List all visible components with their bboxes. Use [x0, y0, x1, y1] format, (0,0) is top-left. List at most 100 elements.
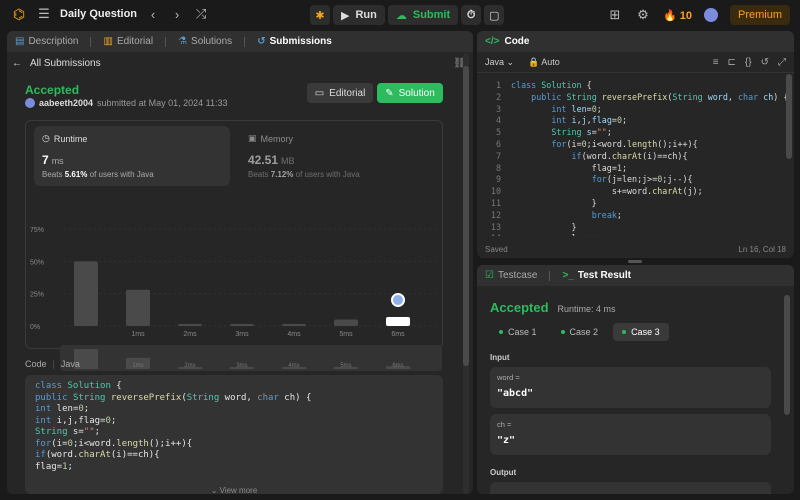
submission-panel: ▤ Description ▥ Editorial ⚗ Solutions ↺ Subm… [7, 31, 473, 494]
save-status: Saved [485, 245, 508, 254]
code-language: Java [60, 359, 80, 369]
editor-scrollbar-thumb[interactable] [786, 74, 792, 159]
code-panel-title: Code [504, 36, 530, 47]
code-brackets-icon: </> [485, 36, 500, 47]
tab-test-result[interactable]: >_ Test Result [562, 270, 631, 281]
next-problem-icon[interactable]: › [169, 7, 185, 22]
prev-problem-icon[interactable]: ‹ [145, 7, 161, 22]
submitter-name[interactable]: aabeeth2004 [39, 98, 93, 108]
line-number: 1 [495, 80, 501, 90]
lock-icon: 🔒 [528, 56, 540, 67]
auto-mode-toggle[interactable]: 🔒 Auto [528, 57, 560, 68]
test-tabs: ☑ Testcase >_ Test Result [477, 265, 794, 286]
checkbox-icon: ☑ [485, 270, 494, 281]
notes-button[interactable]: ▢ [484, 5, 505, 25]
minimap-tick-label: 1ms [132, 363, 143, 369]
layout-grid-icon[interactable]: ⊞ [607, 7, 623, 23]
cursor-position: Ln 16, Col 18 [738, 245, 786, 254]
code-editor-panel: </> Code Java ⌄ 🔒 Auto ≡ ⊏ {} ↺ ⤢ 1 class… [477, 31, 794, 258]
tab-description[interactable]: ▤ Description [15, 36, 78, 47]
code-line: int i,j,flag=0; [35, 415, 117, 426]
terminal-icon: >_ [562, 270, 574, 281]
editorial-button[interactable]: ▭ Editorial [307, 83, 373, 103]
streak-counter[interactable]: 🔥 10 [663, 9, 692, 22]
run-button[interactable]: ▶ Run [333, 5, 385, 25]
case-tab-3[interactable]: Case 3 [613, 323, 669, 341]
premium-button[interactable]: Premium [729, 5, 790, 25]
book-icon: ▥ [103, 36, 113, 47]
case-tab-1[interactable]: Case 1 [490, 323, 546, 341]
panel-resize-handle[interactable] [628, 260, 642, 263]
editor-code-line: int i,j,flag=0; [551, 115, 628, 126]
x-tick-label: 5ms [339, 331, 353, 338]
y-tick-label: 75% [30, 227, 44, 234]
tab-divider [90, 36, 92, 47]
chart-bar[interactable] [126, 289, 150, 326]
format-icon[interactable]: ≡ [713, 57, 719, 68]
editor-code-line: s+=word.charAt(j); [511, 186, 703, 197]
code-title: Code [25, 359, 47, 369]
chart-bar[interactable] [230, 324, 254, 326]
case-label: Case 3 [631, 327, 660, 337]
tab-submissions[interactable]: ↺ Submissions [257, 36, 332, 47]
submission-status: Accepted [25, 83, 80, 97]
code-line: for(i=0;i<word.length();i++){ [35, 438, 193, 449]
back-label: All Submissions [30, 58, 101, 69]
line-number: 5 [495, 127, 501, 138]
case-label: Case 2 [569, 327, 599, 337]
fullscreen-icon[interactable]: ⤢ [778, 57, 786, 68]
braces-icon[interactable]: {} [745, 57, 752, 68]
minimap-tick-label: 3ms [236, 363, 247, 369]
line-number: 3 [495, 103, 501, 114]
test-scrollbar-thumb[interactable] [784, 295, 790, 415]
code-panel-header: </> Code [477, 31, 794, 52]
submitter-avatar[interactable] [25, 98, 35, 108]
line-number: 7 [495, 150, 501, 161]
tab-divider [244, 36, 246, 47]
problem-list-icon[interactable]: ☰ [36, 6, 52, 22]
solution-label: Solution [398, 87, 435, 99]
leetcode-logo-icon[interactable]: ⌬ [10, 5, 28, 23]
tab-label: Testcase [497, 270, 538, 281]
chart-bar[interactable] [334, 319, 358, 326]
chart-bar[interactable] [178, 324, 202, 326]
chart-bar[interactable] [74, 261, 98, 326]
bookmark-icon[interactable]: ⊏ [728, 57, 736, 68]
chart-bar[interactable] [282, 324, 306, 326]
user-avatar[interactable] [703, 8, 718, 22]
code-line: flag=1; [35, 461, 73, 472]
language-select[interactable]: Java ⌄ [485, 57, 514, 68]
view-more-button[interactable]: ⌄ View more [25, 486, 443, 494]
tab-label: Submissions [269, 36, 332, 47]
output-label: Output [490, 468, 517, 477]
submit-label: Submit [412, 9, 451, 21]
reset-icon[interactable]: ↺ [761, 57, 769, 68]
case-tab-2[interactable]: Case 2 [552, 323, 608, 341]
y-tick-label: 50% [30, 259, 44, 266]
tab-editorial[interactable]: ▥ Editorial [103, 36, 153, 47]
shuffle-icon[interactable]: ⤮ [193, 6, 209, 22]
submit-button[interactable]: ☁ Submit [387, 5, 459, 25]
problem-list-title[interactable]: Daily Question [60, 8, 137, 20]
code-line: public String reversePrefix(String word,… [35, 392, 312, 403]
solution-button[interactable]: ✎ Solution [377, 83, 443, 103]
tab-testcase[interactable]: ☑ Testcase [485, 270, 537, 281]
description-icon: ▤ [15, 36, 25, 47]
field-value: "abcd" [497, 388, 534, 399]
chart-bar[interactable] [386, 316, 410, 326]
all-submissions-link[interactable]: ← All Submissions [12, 58, 101, 69]
output-field [490, 482, 771, 494]
debug-button[interactable]: ✱ [310, 5, 330, 25]
result-header: Accepted Runtime: 4 ms [490, 300, 616, 315]
input-field-word: word = "abcd" [490, 367, 771, 408]
field-name: word = [497, 373, 520, 382]
editor-code-line: String s=""; [551, 127, 612, 138]
pass-dot [622, 330, 627, 334]
editor-code-line: if(word.charAt(i)==ch){ [571, 150, 688, 161]
editor-code-line: int len=0; [551, 103, 602, 114]
scrollbar-thumb[interactable] [463, 66, 469, 366]
settings-gear-icon[interactable]: ⚙ [635, 7, 651, 23]
timer-button[interactable]: ⏱ [461, 5, 482, 25]
code-editor[interactable]: 1 class Solution {2 public String reverse… [477, 74, 794, 236]
tab-solutions[interactable]: ⚗ Solutions [178, 36, 232, 47]
